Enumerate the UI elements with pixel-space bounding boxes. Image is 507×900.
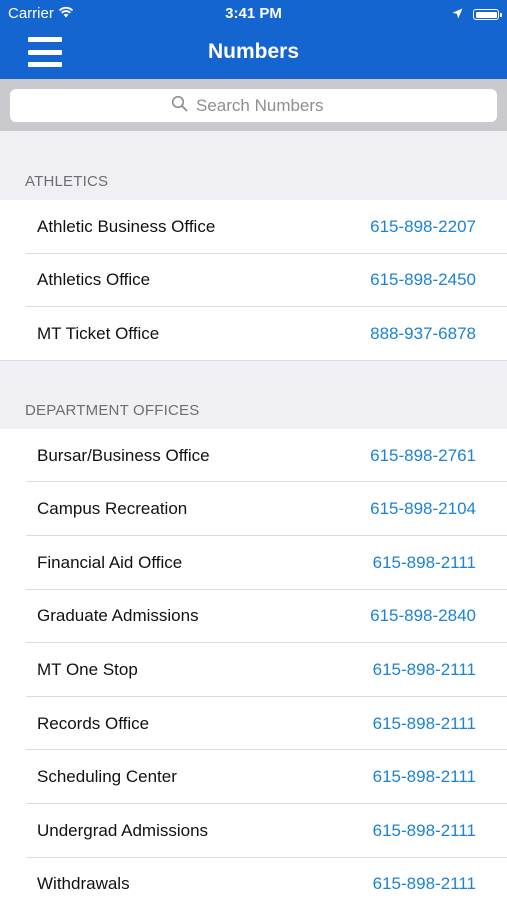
list-item[interactable]: Bursar/Business Office 615-898-2761 (0, 428, 507, 483)
office-name: Athletic Business Office (37, 216, 216, 236)
office-name: Athletics Office (37, 270, 151, 290)
office-name: MT Ticket Office (37, 323, 160, 343)
top-bar: Carrier 3:41 PM Numbers (0, 0, 507, 79)
phone-link[interactable]: 888-937-6878 (370, 324, 476, 344)
list-item[interactable]: Campus Recreation 615-898-2104 (0, 482, 507, 536)
status-icons (452, 6, 502, 23)
office-name: Campus Recreation (37, 499, 188, 519)
page-title: Numbers (207, 40, 300, 63)
office-name: MT One Stop (37, 659, 138, 679)
search-field[interactable] (10, 89, 497, 122)
app-screen: Carrier 3:41 PM Numbers Search Numbers A… (0, 0, 507, 900)
phone-link[interactable]: 615-898-2840 (370, 606, 476, 626)
office-name: Bursar/Business Office (37, 445, 210, 465)
list-item[interactable]: Financial Aid Office 615-898-2111 (0, 535, 507, 590)
office-name: Scheduling Center (37, 767, 177, 787)
section-title: ATHLETICS (25, 173, 109, 190)
search-icon (171, 95, 188, 117)
office-name: Records Office (37, 713, 150, 733)
list-item[interactable]: Athletics Office 615-898-2450 (0, 253, 507, 308)
phone-link[interactable]: 615-898-2111 (373, 874, 476, 894)
section-title: DEPARTMENT OFFICES (25, 401, 200, 419)
phone-link[interactable]: 615-898-2111 (373, 714, 476, 734)
office-name: Undergrad Admissions (37, 820, 209, 840)
list-item[interactable]: Athletic Business Office 615-898-2207 (0, 200, 507, 254)
battery-icon (473, 9, 502, 20)
search-input[interactable] (196, 95, 336, 116)
list-item[interactable]: Graduate Admissions 615-898-2840 (0, 589, 507, 644)
section-header-department-offices: DEPARTMENT OFFICES (0, 360, 507, 429)
section-header-athletics: ATHLETICS (0, 131, 507, 200)
phone-link[interactable]: 615-898-2111 (373, 821, 476, 841)
list-item[interactable]: Records Office 615-898-2111 (0, 696, 507, 751)
navigation-bar: Numbers (0, 28, 507, 79)
office-name: Graduate Admissions (37, 606, 199, 626)
list-item[interactable]: Withdrawals 615-898-2111 (0, 857, 507, 900)
status-bar: Carrier 3:41 PM (0, 0, 507, 28)
list-item[interactable]: Undergrad Admissions 615-898-2111 (0, 803, 507, 858)
phone-link[interactable]: 615-898-2111 (373, 767, 476, 787)
phone-link[interactable]: 615-898-2111 (373, 553, 476, 573)
phone-link[interactable]: 615-898-2450 (370, 270, 476, 290)
location-arrow-icon (452, 6, 463, 23)
office-name: Withdrawals (37, 874, 130, 894)
list-item[interactable]: MT One Stop 615-898-2111 (0, 643, 507, 697)
phone-link[interactable]: 615-898-2207 (370, 217, 476, 237)
office-name: Financial Aid Office (37, 552, 183, 572)
phone-link[interactable]: 615-898-2104 (370, 499, 476, 519)
phone-link[interactable]: 615-898-2111 (373, 660, 476, 680)
status-time: 3:41 PM (225, 5, 282, 22)
phone-link[interactable]: 615-898-2761 (370, 446, 476, 466)
list-item[interactable]: Scheduling Center 615-898-2111 (0, 750, 507, 804)
search-bar (0, 79, 507, 131)
list-item[interactable]: MT Ticket Office 888-937-6878 (0, 307, 507, 361)
